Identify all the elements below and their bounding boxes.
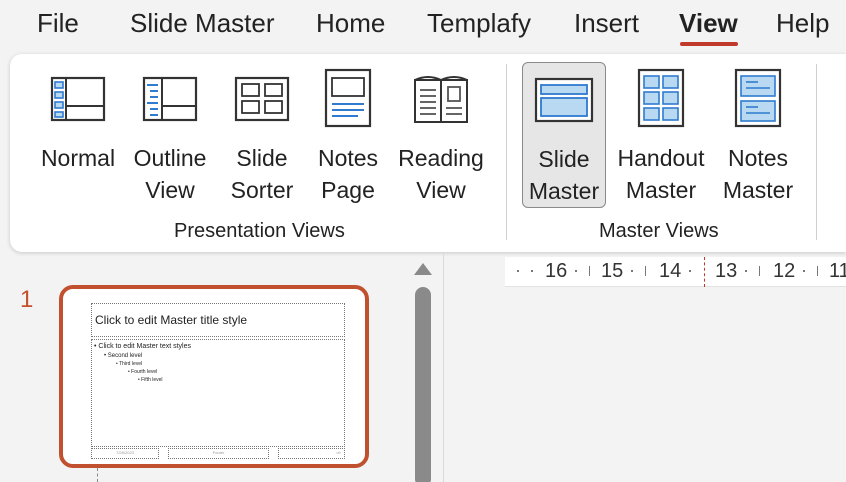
notes-master-button[interactable]: Notes Master bbox=[716, 62, 800, 208]
ruler-tick bbox=[589, 266, 590, 276]
text-level-4: • Fourth level bbox=[128, 369, 158, 375]
ruler-dot bbox=[803, 270, 805, 272]
menu-file[interactable]: File bbox=[37, 8, 79, 39]
title-placeholder: Click to edit Master title style bbox=[91, 303, 345, 337]
slide-sorter-button[interactable]: Slide Sorter bbox=[220, 62, 304, 208]
layout-connector bbox=[97, 468, 98, 482]
ruler-number: 15 bbox=[601, 260, 624, 282]
ruler-tick bbox=[645, 266, 646, 276]
normal-view-label: Normal bbox=[40, 145, 116, 171]
presentation-views-group-label: Presentation Views bbox=[174, 220, 345, 242]
ruler-tick bbox=[817, 266, 818, 276]
ruler-number: 11 bbox=[829, 260, 846, 282]
slide-sorter-icon bbox=[234, 76, 290, 122]
group-separator bbox=[506, 64, 507, 240]
ruler-number: 16 bbox=[545, 260, 568, 282]
notes-master-icon bbox=[734, 68, 782, 128]
ribbon-panel: Normal Outline View Slide Sorter Notes P… bbox=[10, 54, 846, 252]
text-level-5: • Fifth level bbox=[138, 377, 163, 383]
slide-master-button[interactable]: Slide Master bbox=[522, 62, 606, 208]
handout-master-label: Handout Master bbox=[617, 145, 705, 203]
menu-insert[interactable]: Insert bbox=[574, 8, 639, 39]
outline-view-icon bbox=[142, 76, 198, 122]
notes-master-label: Notes Master bbox=[722, 145, 794, 203]
menu-templafy[interactable]: Templafy bbox=[427, 8, 531, 39]
handout-master-icon bbox=[637, 68, 685, 128]
menu-slide-master[interactable]: Slide Master bbox=[130, 8, 275, 39]
group-separator bbox=[816, 64, 817, 240]
pane-divider[interactable] bbox=[443, 254, 444, 482]
slide-master-label: Slide Master bbox=[528, 146, 600, 204]
slide-number: 1 bbox=[20, 286, 34, 313]
text-level-2: • Second level bbox=[104, 353, 143, 359]
ruler-dot bbox=[745, 270, 747, 272]
slide-thumbnail[interactable]: Click to edit Master title style • Click… bbox=[59, 285, 369, 468]
slide-master-preview: Click to edit Master title style • Click… bbox=[71, 297, 357, 459]
scroll-up-arrow-icon[interactable] bbox=[414, 263, 432, 275]
ruler-number: 14 bbox=[659, 260, 682, 282]
handout-master-button[interactable]: Handout Master bbox=[614, 62, 708, 208]
text-level-3: • Third level bbox=[116, 361, 143, 367]
ruler-dot bbox=[531, 270, 533, 272]
menu-view[interactable]: View bbox=[679, 8, 738, 39]
notes-page-label: Notes Page bbox=[317, 145, 379, 203]
normal-view-icon bbox=[50, 76, 106, 122]
slide-sorter-label: Slide Sorter bbox=[230, 145, 294, 203]
menu-bar: File Slide Master Home Templafy Insert V… bbox=[0, 0, 846, 52]
body-placeholder: • Click to edit Master text styles • Sec… bbox=[91, 339, 345, 447]
ruler-dot bbox=[575, 270, 577, 272]
master-views-group-label: Master Views bbox=[599, 220, 719, 242]
menu-help[interactable]: Help bbox=[776, 8, 829, 39]
slide-number-placeholder: ‹#› bbox=[278, 448, 345, 459]
text-level-1: • Click to edit Master text styles bbox=[94, 343, 191, 350]
notes-page-icon bbox=[324, 68, 372, 128]
active-tab-underline bbox=[680, 42, 738, 46]
footer-placeholder: Footer bbox=[168, 448, 269, 459]
ruler-tick bbox=[759, 266, 760, 276]
ruler-number: 12 bbox=[773, 260, 796, 282]
date-placeholder: 7/26/2023 bbox=[91, 448, 159, 459]
reading-view-label: Reading View bbox=[398, 145, 484, 203]
ruler-dot bbox=[631, 270, 633, 272]
slide-master-icon bbox=[534, 77, 594, 123]
normal-view-button[interactable]: Normal bbox=[36, 62, 120, 208]
reading-view-icon bbox=[414, 76, 468, 123]
ruler-number: 13 bbox=[715, 260, 738, 282]
reading-view-button[interactable]: Reading View bbox=[396, 62, 486, 208]
scrollbar-thumb[interactable] bbox=[415, 287, 431, 482]
menu-home[interactable]: Home bbox=[316, 8, 385, 39]
outline-view-button[interactable]: Outline View bbox=[128, 62, 212, 208]
outline-view-label: Outline View bbox=[133, 145, 207, 203]
ruler-cursor-marker bbox=[704, 257, 705, 287]
horizontal-ruler: 16 15 14 13 12 11 bbox=[505, 257, 846, 287]
notes-page-button[interactable]: Notes Page bbox=[308, 62, 388, 208]
ruler-dot bbox=[517, 270, 519, 272]
ruler-dot bbox=[689, 270, 691, 272]
